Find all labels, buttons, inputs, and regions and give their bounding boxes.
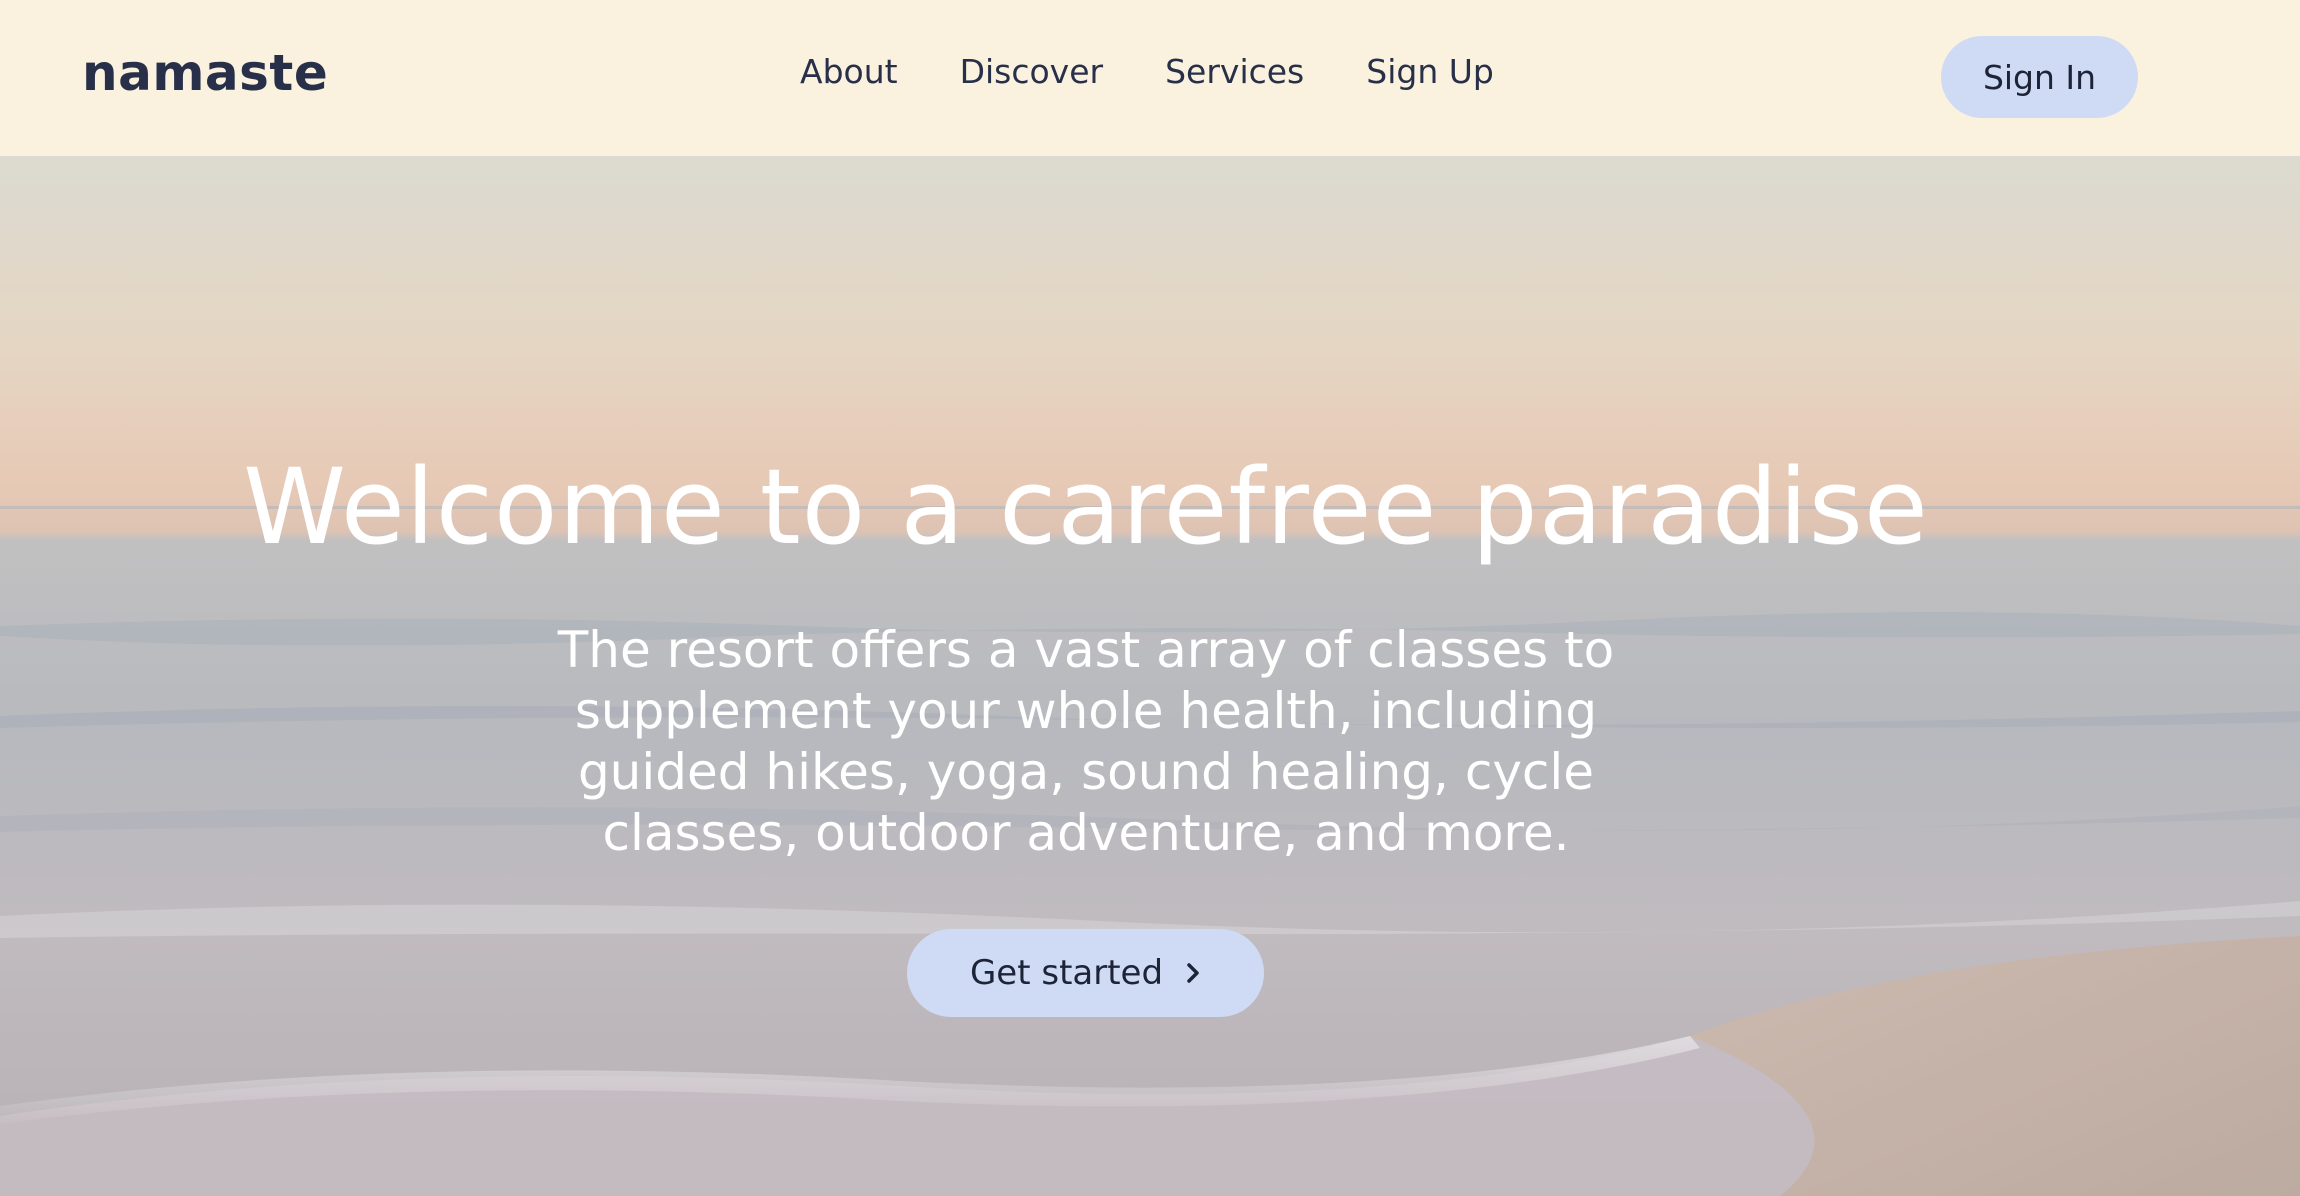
nav-link-about[interactable]: About	[800, 52, 898, 91]
hero-content: Welcome to a carefree paradise The resor…	[0, 156, 2300, 1196]
nav-link-discover[interactable]: Discover	[960, 52, 1104, 91]
nav-link-sign-up[interactable]: Sign Up	[1366, 52, 1494, 91]
nav-link-services[interactable]: Services	[1165, 52, 1304, 91]
hero-headline: Welcome to a carefree paradise	[243, 446, 1929, 568]
chevron-right-icon	[1185, 961, 1201, 985]
get-started-button[interactable]: Get started	[907, 929, 1264, 1017]
hero-description: The resort offers a vast array of classe…	[557, 621, 1615, 862]
navbar: namaste About Discover Services Sign Up …	[0, 0, 2300, 156]
hero-section: Welcome to a carefree paradise The resor…	[0, 156, 2300, 1196]
sign-in-button[interactable]: Sign In	[1941, 36, 2138, 118]
brand-logo[interactable]: namaste	[82, 44, 328, 102]
get-started-label: Get started	[969, 953, 1164, 993]
main-nav: About Discover Services Sign Up	[800, 52, 1494, 91]
